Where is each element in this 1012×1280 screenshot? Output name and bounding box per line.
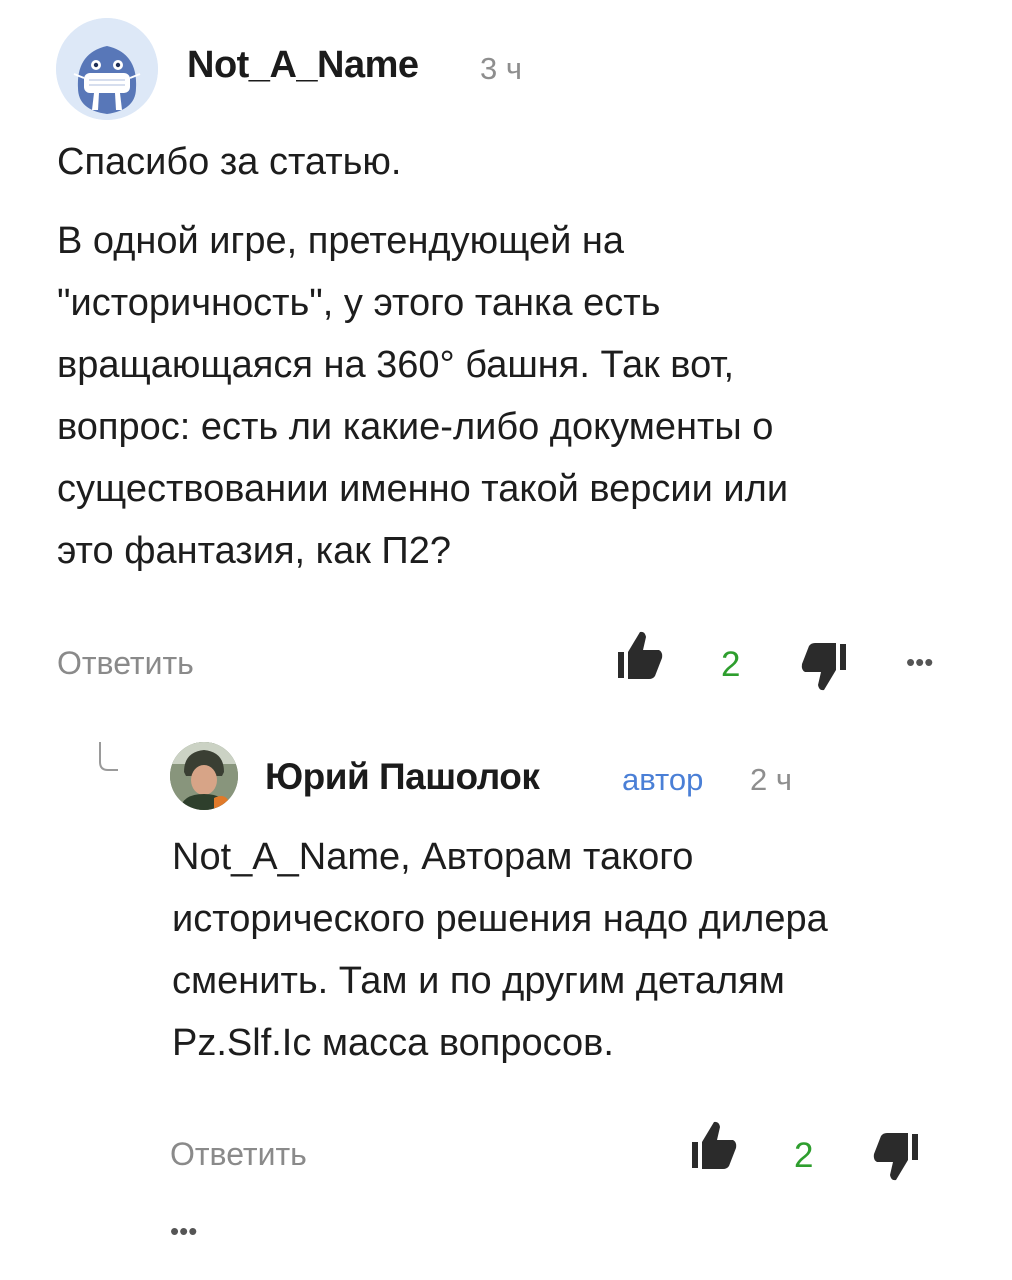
avatar[interactable]	[56, 18, 158, 120]
reply-button[interactable]: Ответить	[170, 1136, 307, 1173]
walrus-avatar-icon	[56, 18, 158, 120]
comment-line: "историчность", у этого танка есть	[57, 282, 661, 324]
reply-line: сменить. Там и по другим деталям	[172, 960, 785, 1002]
reply-line: исторического решения надо дилера	[172, 898, 828, 940]
comment-time: 3 ч	[480, 51, 523, 86]
reply-text-body: Not_A_Name, Авторам такого исторического…	[172, 826, 992, 1074]
thumbs-up-icon[interactable]	[688, 1118, 738, 1172]
thumbs-down-icon[interactable]	[872, 1130, 922, 1188]
reply-line: Not_A_Name, Авторам такого	[172, 836, 694, 878]
reply-line: Pz.Slf.Ic масса вопросов.	[172, 1022, 614, 1064]
reply-thread-line-icon	[96, 740, 118, 774]
comment-line: это фантазия, как П2?	[57, 530, 451, 572]
like-count: 2	[721, 645, 741, 684]
more-dots-icon[interactable]: •••	[906, 647, 933, 678]
comment-author[interactable]: Not_A_Name	[187, 44, 419, 87]
reply-button[interactable]: Ответить	[57, 645, 194, 682]
reply-time: 2 ч	[750, 762, 793, 797]
like-count: 2	[794, 1136, 814, 1175]
reply-author[interactable]: Юрий Пашолок	[265, 756, 540, 798]
comment-text-body: В одной игре, претендующей на "исторично…	[57, 210, 987, 582]
user-photo-icon	[170, 742, 238, 810]
more-dots-icon[interactable]: •••	[170, 1216, 197, 1247]
comment-line: вопрос: есть ли какие-либо документы о	[57, 406, 774, 448]
thumbs-up-icon[interactable]	[614, 628, 664, 682]
thumbs-down-icon[interactable]	[800, 640, 850, 698]
comment-line: вращающаяся на 360° башня. Так вот,	[57, 344, 735, 386]
author-badge: автор	[622, 762, 704, 797]
avatar[interactable]	[170, 742, 238, 810]
comment-text-paragraph: Спасибо за статью.	[57, 141, 402, 183]
comment-line: В одной игре, претендующей на	[57, 220, 624, 262]
comment-line: существовании именно такой версии или	[57, 468, 789, 510]
